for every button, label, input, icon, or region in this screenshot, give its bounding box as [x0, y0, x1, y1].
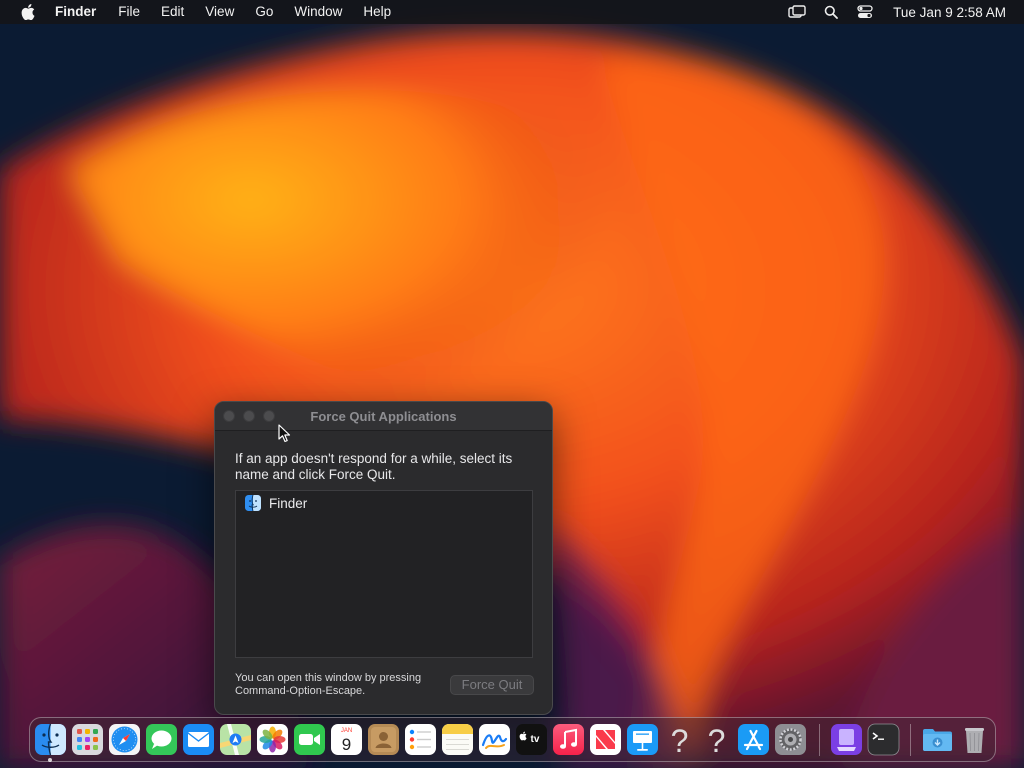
screen-mirroring-icon[interactable]	[787, 4, 807, 20]
menu-help[interactable]: Help	[363, 0, 391, 24]
svg-text:?: ?	[708, 723, 726, 756]
dock-maps-icon[interactable]	[219, 723, 252, 756]
running-indicator	[48, 758, 52, 762]
dock-news-icon[interactable]	[589, 723, 622, 756]
shortcut-hint: You can open this window by pressing Com…	[235, 672, 422, 697]
dock-unknown-app-icon[interactable]: ?	[663, 723, 696, 756]
list-item-label: Finder	[269, 495, 308, 511]
dock-apple-tv-icon[interactable]: tv	[515, 723, 548, 756]
dock-system-settings-icon[interactable]	[774, 723, 807, 756]
dock-messages-icon[interactable]	[145, 723, 178, 756]
menu-view[interactable]: View	[205, 0, 234, 24]
dock-launchpad-icon[interactable]	[71, 723, 104, 756]
dock-trash-icon[interactable]	[958, 723, 991, 756]
dock: JAN 9 tv ? ?	[29, 717, 996, 762]
mouse-cursor-icon	[278, 424, 291, 443]
instructions-text: If an app doesn't respond for a while, s…	[235, 451, 513, 482]
dock-separator	[910, 724, 911, 756]
dock-facetime-icon[interactable]	[293, 723, 326, 756]
dock-contacts-icon[interactable]	[367, 723, 400, 756]
dock-simulator-icon[interactable]	[830, 723, 863, 756]
window-title: Force Quit Applications	[310, 409, 457, 424]
menu-window[interactable]: Window	[294, 0, 342, 24]
control-center-icon[interactable]	[855, 4, 875, 20]
finder-icon	[245, 495, 261, 511]
force-quit-button[interactable]: Force Quit	[450, 675, 534, 695]
apple-menu-icon[interactable]	[17, 4, 39, 20]
svg-text:?: ?	[671, 723, 689, 756]
menu-bar: Finder File Edit View Go Window Help Tue…	[0, 0, 1024, 24]
menu-file[interactable]: File	[118, 0, 140, 24]
dock-terminal-icon[interactable]	[867, 723, 900, 756]
dock-downloads-folder-icon[interactable]	[921, 723, 954, 756]
dock-finder-icon[interactable]	[34, 723, 67, 756]
dock-photos-icon[interactable]	[256, 723, 289, 756]
dock-mail-icon[interactable]	[182, 723, 215, 756]
menu-clock[interactable]: Tue Jan 9 2:58 AM	[893, 5, 1006, 20]
menu-go[interactable]: Go	[255, 0, 273, 24]
app-list[interactable]: Finder	[235, 490, 533, 658]
dock-reminders-icon[interactable]	[404, 723, 437, 756]
apple-tv-label: tv	[531, 734, 540, 745]
calendar-month: JAN	[341, 728, 352, 734]
menu-edit[interactable]: Edit	[161, 0, 184, 24]
dock-unknown-app-icon[interactable]: ?	[700, 723, 733, 756]
spotlight-search-icon[interactable]	[821, 4, 841, 20]
dock-keynote-icon[interactable]	[626, 723, 659, 756]
dock-notes-icon[interactable]	[441, 723, 474, 756]
dock-safari-icon[interactable]	[108, 723, 141, 756]
dock-music-icon[interactable]	[552, 723, 585, 756]
force-quit-window: Force Quit Applications If an app doesn'…	[214, 401, 553, 715]
calendar-day: 9	[342, 735, 351, 754]
dock-calendar-icon[interactable]: JAN 9	[330, 723, 363, 756]
list-item[interactable]: Finder	[236, 493, 532, 513]
window-titlebar[interactable]: Force Quit Applications	[215, 402, 552, 431]
menu-app-name[interactable]: Finder	[55, 0, 96, 24]
dock-freeform-icon[interactable]	[478, 723, 511, 756]
dock-app-store-icon[interactable]	[737, 723, 770, 756]
dock-separator	[819, 724, 820, 756]
